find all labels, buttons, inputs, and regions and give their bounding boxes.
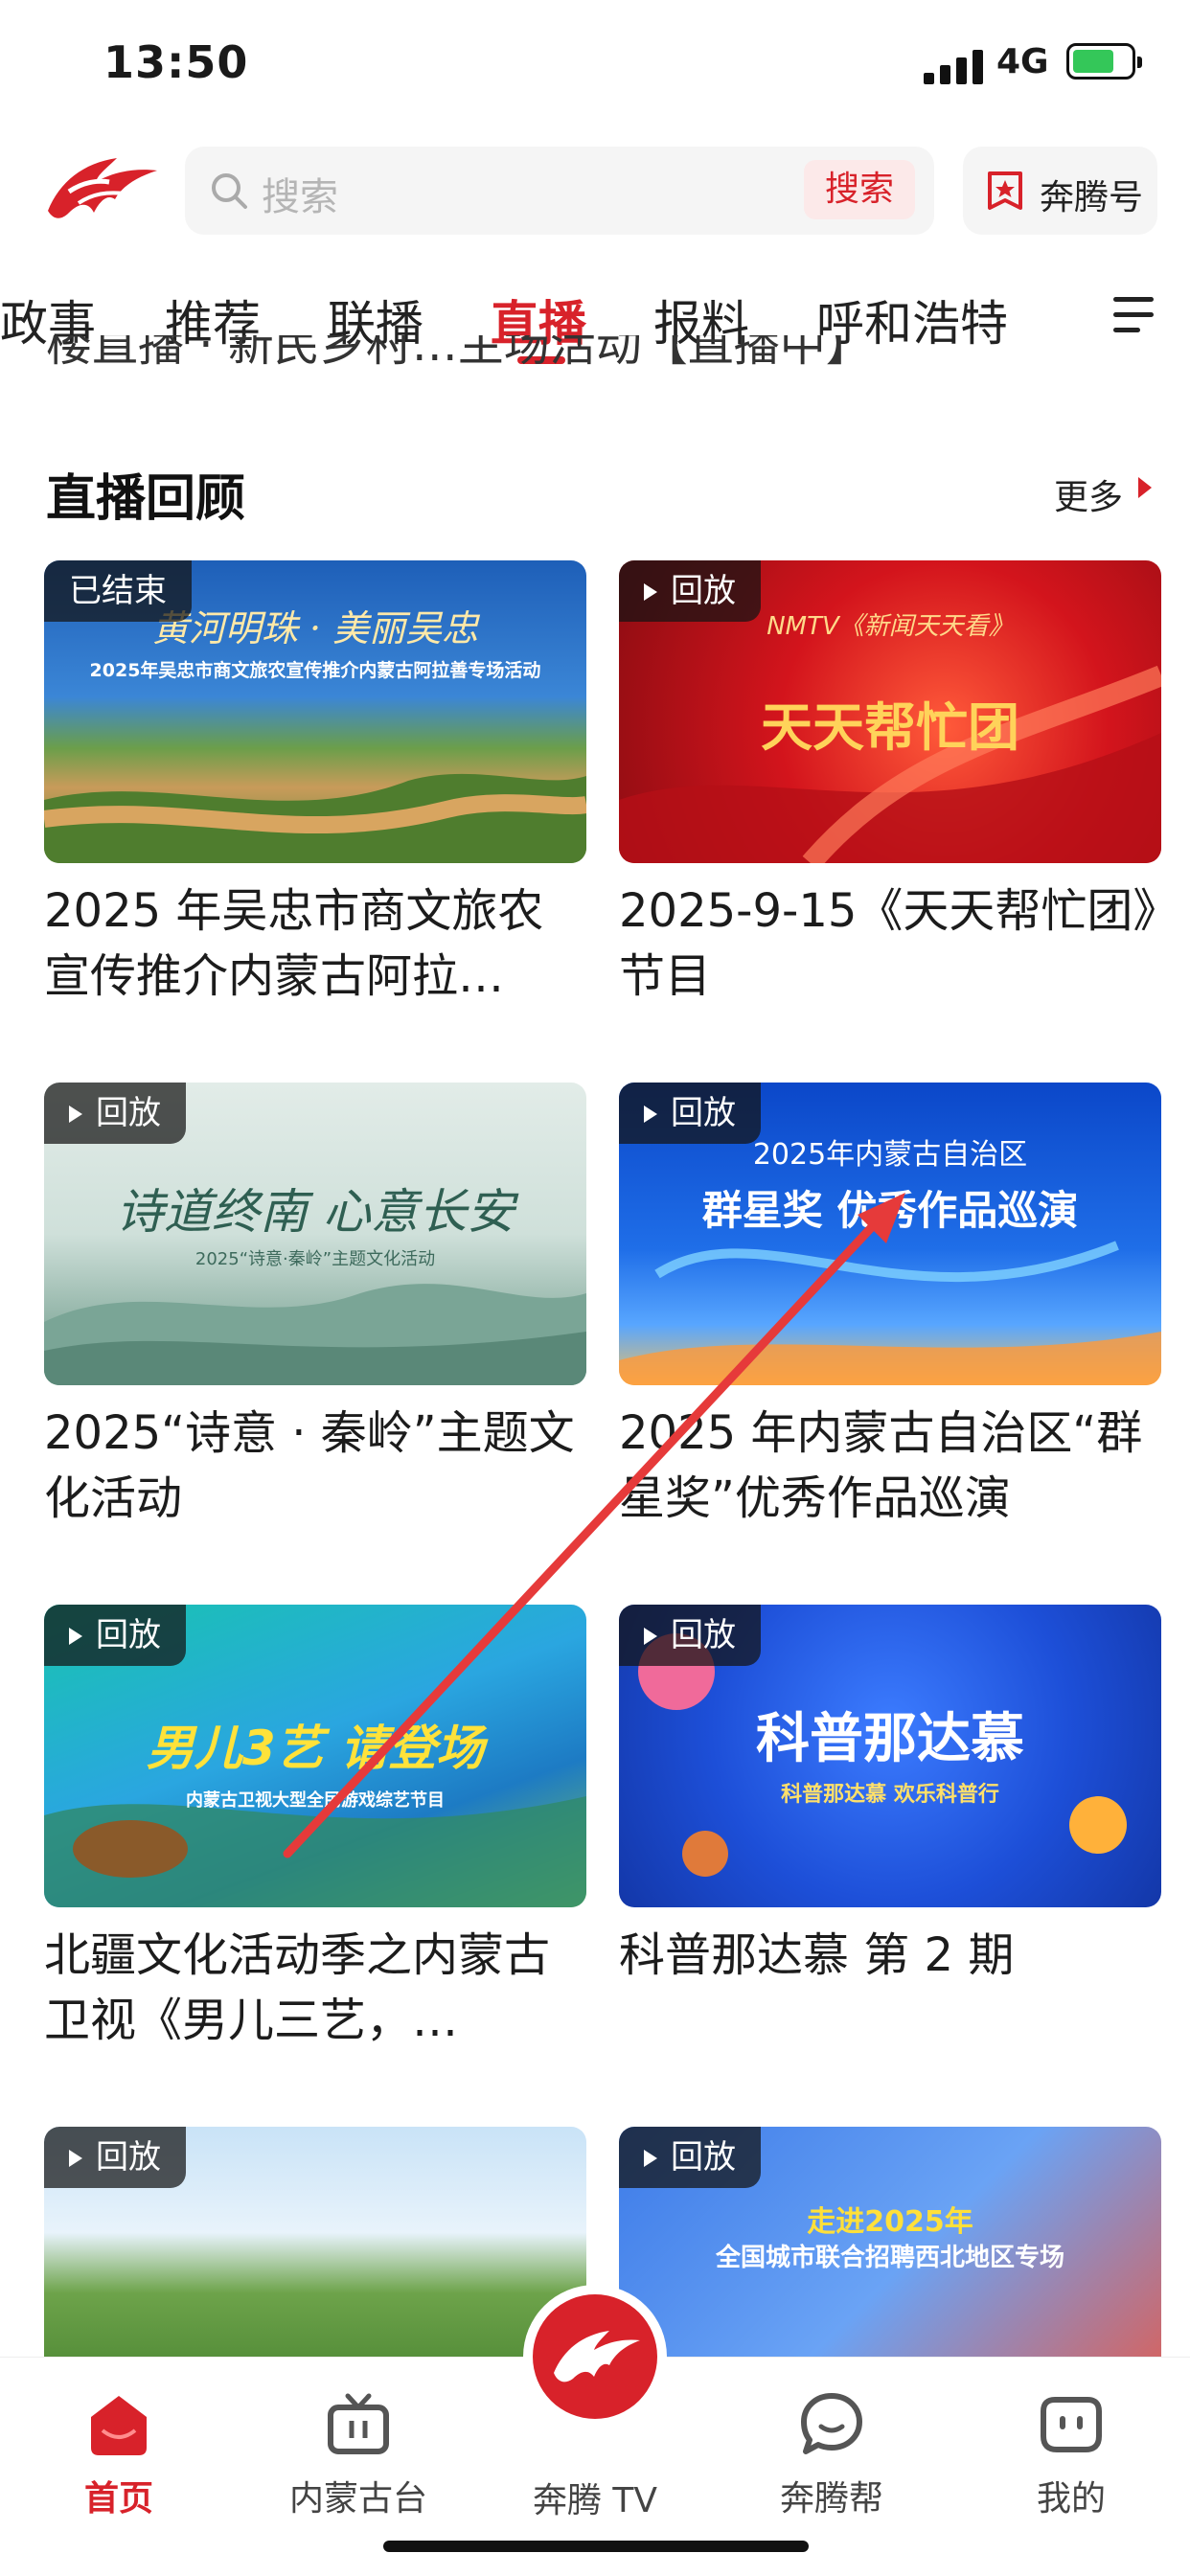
scrolled-item-text: 楼直播 · 新民乡村…主场活动【直播中】 bbox=[46, 335, 872, 372]
bookmark-star-icon bbox=[988, 171, 1022, 210]
card-thumbnail[interactable]: 黄河明珠 · 美丽吴忠 2025年吴忠市商文旅农宣传推介内蒙古阿拉善专场活动 已… bbox=[44, 560, 586, 863]
status-badge: 已结束 bbox=[44, 560, 192, 622]
status-bar: 13:50 4G bbox=[0, 0, 1190, 134]
network-label: 4G bbox=[996, 42, 1049, 81]
status-badge: 回放 bbox=[619, 2127, 761, 2188]
nav-benteng-tv[interactable]: 奔腾 TV bbox=[499, 2465, 691, 2522]
thumb-title: 男儿3艺 请登场 bbox=[146, 1721, 485, 1776]
search-button[interactable]: 搜索 bbox=[803, 160, 915, 219]
play-icon bbox=[69, 1106, 82, 1123]
status-badge: 回放 bbox=[619, 1083, 761, 1144]
status-badge: 回放 bbox=[44, 1605, 186, 1666]
search-placeholder[interactable]: 搜索 bbox=[262, 166, 338, 221]
more-arrow-icon[interactable] bbox=[1138, 477, 1152, 498]
card-caption: 北疆文化活动季之内蒙古卫视《男儿三艺，… bbox=[44, 1928, 551, 2047]
chat-icon bbox=[801, 2393, 862, 2454]
scrolled-item[interactable]: 楼直播 · 新民乡村…主场活动【直播中】 bbox=[0, 335, 1190, 374]
card-thumbnail[interactable]: 诗道终南 心意长安 2025“诗意·秦岭”主题文化活动 回放 bbox=[44, 1083, 586, 1385]
live-card[interactable]: 2025年内蒙古自治区 群星奖 优秀作品巡演 回放 2025 年内蒙古自治区“群… bbox=[619, 1083, 1161, 1531]
play-icon bbox=[69, 1628, 82, 1645]
nav-profile[interactable]: 我的 bbox=[975, 2388, 1167, 2520]
play-icon bbox=[644, 1628, 657, 1645]
status-badge: 回放 bbox=[619, 560, 761, 622]
thumb-title: 诗道终南 心意长安 bbox=[116, 1184, 515, 1240]
more-link[interactable]: 更多 bbox=[1054, 469, 1123, 519]
card-caption: 2025 年吴忠市商文旅农宣传推介内蒙古阿拉… bbox=[44, 884, 544, 1003]
card-thumbnail[interactable]: 2025年内蒙古自治区 群星奖 优秀作品巡演 回放 bbox=[619, 1083, 1161, 1385]
benteng-logo-icon bbox=[554, 2331, 640, 2382]
section-title: 直播回顾 bbox=[46, 470, 246, 528]
card-thumbnail[interactable]: 科普那达慕 科普那达慕 欢乐科普行 回放 bbox=[619, 1605, 1161, 1907]
card-thumbnail[interactable]: 男儿3艺 请登场 内蒙古卫视大型全民游戏综艺节目 回放 bbox=[44, 1605, 586, 1907]
live-card[interactable]: 诗道终南 心意长安 2025“诗意·秦岭”主题文化活动 回放 2025“诗意 ·… bbox=[44, 1083, 586, 1531]
thumb-subtitle: 2025“诗意·秦岭”主题文化活动 bbox=[195, 1249, 436, 1269]
play-icon bbox=[644, 2150, 657, 2167]
live-card[interactable]: 科普那达慕 科普那达慕 欢乐科普行 回放 科普那达慕 第 2 期 bbox=[619, 1605, 1161, 2053]
live-card[interactable]: NMTV《新闻天天看》 天天帮忙团 回放 2025-9-15《天天帮忙团》节目 bbox=[619, 560, 1161, 1009]
thumb-title: 群星奖 优秀作品巡演 bbox=[701, 1187, 1079, 1234]
play-icon bbox=[69, 2150, 82, 2167]
thumb-title: 科普那达慕 bbox=[756, 1708, 1024, 1770]
nav-home[interactable]: 首页 bbox=[23, 2388, 215, 2520]
search-bar[interactable]: 搜索 搜索 bbox=[185, 147, 934, 235]
card-caption: 2025“诗意 · 秦岭”主题文化活动 bbox=[44, 1406, 575, 1525]
status-badge: 回放 bbox=[44, 2127, 186, 2188]
live-card[interactable]: 黄河明珠 · 美丽吴忠 2025年吴忠市商文旅农宣传推介内蒙古阿拉善专场活动 已… bbox=[44, 560, 586, 1009]
thumb-title: 走进2025年 bbox=[807, 2205, 973, 2239]
thumb-subtitle: 科普那达慕 欢乐科普行 bbox=[781, 1783, 999, 1807]
signal-icon bbox=[924, 50, 985, 84]
card-caption: 2025 年内蒙古自治区“群星奖”优秀作品巡演 bbox=[619, 1406, 1143, 1525]
benteng-tv-button[interactable] bbox=[533, 2294, 657, 2419]
card-thumbnail[interactable]: NMTV《新闻天天看》 天天帮忙团 回放 bbox=[619, 560, 1161, 863]
play-icon bbox=[644, 1106, 657, 1123]
app-logo[interactable] bbox=[40, 144, 165, 235]
play-icon bbox=[644, 583, 657, 601]
benteng-account-button[interactable]: 奔腾号 bbox=[963, 147, 1157, 235]
thumb-title: 天天帮忙团 bbox=[761, 697, 1019, 758]
channel-menu-icon[interactable] bbox=[1113, 297, 1154, 335]
benteng-label: 奔腾号 bbox=[1040, 178, 1144, 217]
home-icon bbox=[91, 2396, 147, 2455]
profile-icon bbox=[1041, 2397, 1102, 2452]
nav-benteng-bang[interactable]: 奔腾帮 bbox=[736, 2388, 927, 2520]
status-time: 13:50 bbox=[103, 36, 249, 88]
status-badge: 回放 bbox=[44, 1083, 186, 1144]
thumb-subtitle: 2025年吴忠市商文旅农宣传推介内蒙古阿拉善专场活动 bbox=[89, 660, 541, 681]
tv-icon bbox=[328, 2393, 389, 2454]
thumb-subtitle: 全国城市联合招聘西北地区专场 bbox=[715, 2244, 1064, 2272]
card-caption: 2025-9-15《天天帮忙团》节目 bbox=[619, 884, 1156, 1003]
search-icon bbox=[212, 173, 247, 209]
status-badge: 回放 bbox=[619, 1605, 761, 1666]
thumb-subtitle: 内蒙古卫视大型全民游戏综艺节目 bbox=[186, 1790, 445, 1811]
live-card[interactable]: 男儿3艺 请登场 内蒙古卫视大型全民游戏综艺节目 回放 北疆文化活动季之内蒙古卫… bbox=[44, 1605, 586, 2053]
card-caption: 科普那达慕 第 2 期 bbox=[619, 1928, 1015, 1982]
home-indicator bbox=[383, 2541, 809, 2552]
battery-icon bbox=[1066, 43, 1142, 80]
nav-nmtv[interactable]: 内蒙古台 bbox=[263, 2388, 454, 2520]
